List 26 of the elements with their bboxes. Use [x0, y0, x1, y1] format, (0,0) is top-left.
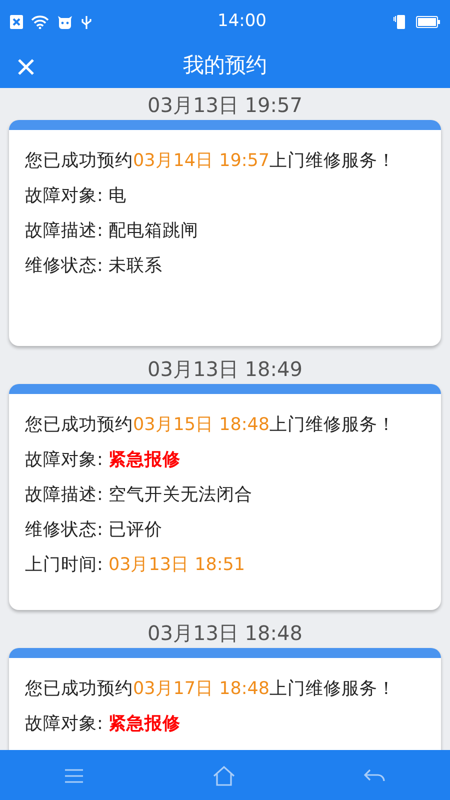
booking-field: 故障对象: 电: [25, 179, 425, 214]
usb-icon: [81, 14, 92, 30]
booking-notice: 您已成功预约03月17日 18:48上门维修服务！: [25, 678, 397, 701]
booking-field: 维修状态: 未联系: [25, 249, 425, 284]
menu-icon: [64, 768, 84, 783]
booking-notice: 您已成功预约03月14日 19:57上门维修服务！: [25, 150, 397, 173]
booking-notice: 您已成功预约03月15日 18:48上门维修服务！: [25, 414, 397, 437]
home-icon: [212, 766, 235, 786]
booking-field: 上门时间: 03月13日 18:51: [25, 548, 425, 583]
booking-date: 03月13日 18:48: [146, 620, 304, 646]
booking-field: 故障对象: 紧急报修: [25, 707, 425, 742]
battery-icon: [416, 16, 440, 28]
android-icon: [57, 15, 73, 29]
wifi-icon: [31, 15, 49, 29]
booking-field: 维修状态: 已评价: [25, 513, 425, 548]
vibrate-icon: [392, 14, 408, 30]
back-icon: [364, 768, 386, 783]
sim-card-icon: [10, 15, 23, 29]
booking-date: 03月13日 19:57: [146, 92, 304, 118]
booking-field: 故障描述: 配电箱跳闸: [25, 214, 425, 249]
page-title: 我的预约: [183, 52, 267, 80]
booking-field: 故障对象: 紧急报修: [25, 443, 425, 478]
booking-field: 故障描述: 空气开关无法闭合: [25, 478, 425, 513]
close-icon: [16, 56, 36, 77]
booking-date: 03月13日 18:49: [146, 356, 304, 382]
status-time: 14:00: [218, 10, 266, 34]
